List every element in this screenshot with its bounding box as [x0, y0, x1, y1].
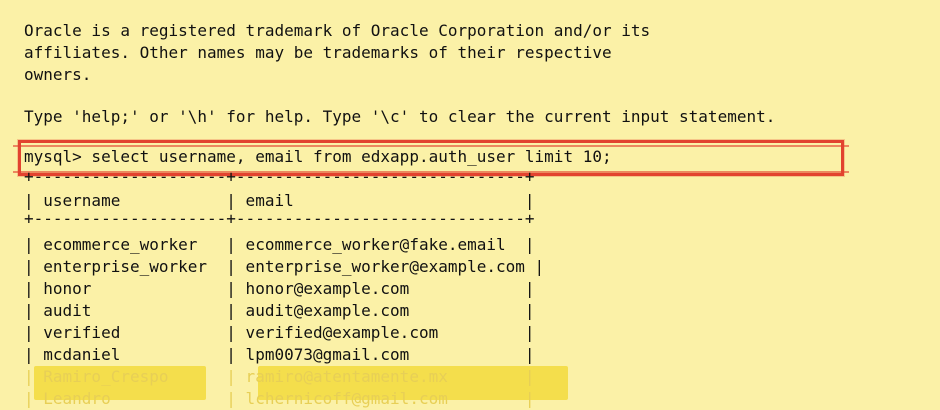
table-row: | honor | honor@example.com | — [24, 279, 535, 298]
table-row: | enterprise_worker | enterprise_worker@… — [24, 257, 545, 276]
table-row: | ecommerce_worker | ecommerce_worker@fa… — [24, 235, 535, 254]
terminal-window[interactable]: Oracle is a registered trademark of Orac… — [0, 0, 940, 408]
terminal-line: affiliates. Other names may be trademark… — [24, 43, 612, 62]
table-row: | audit | audit@example.com | — [24, 301, 535, 320]
table-row: | verified | verified@example.com | — [24, 323, 535, 342]
table-row: | mcdaniel | lpm0073@gmail.com | — [24, 345, 535, 364]
table-border-mid: +--------------------+------------------… — [24, 209, 535, 228]
terminal-line: owners. — [24, 65, 92, 84]
table-row: | Leandro | lchernicoff@gmail.com | — [24, 389, 535, 408]
sql-command-line: mysql> select username, email from edxap… — [24, 147, 612, 166]
terminal-line: Oracle is a registered trademark of Orac… — [24, 21, 651, 40]
terminal-line: Type 'help;' or '\h' for help. Type '\c'… — [24, 107, 776, 126]
table-row: | Ramiro_Crespo | ramiro@atentamente.mx … — [24, 367, 535, 386]
table-border-top: +--------------------+------------------… — [24, 167, 535, 186]
